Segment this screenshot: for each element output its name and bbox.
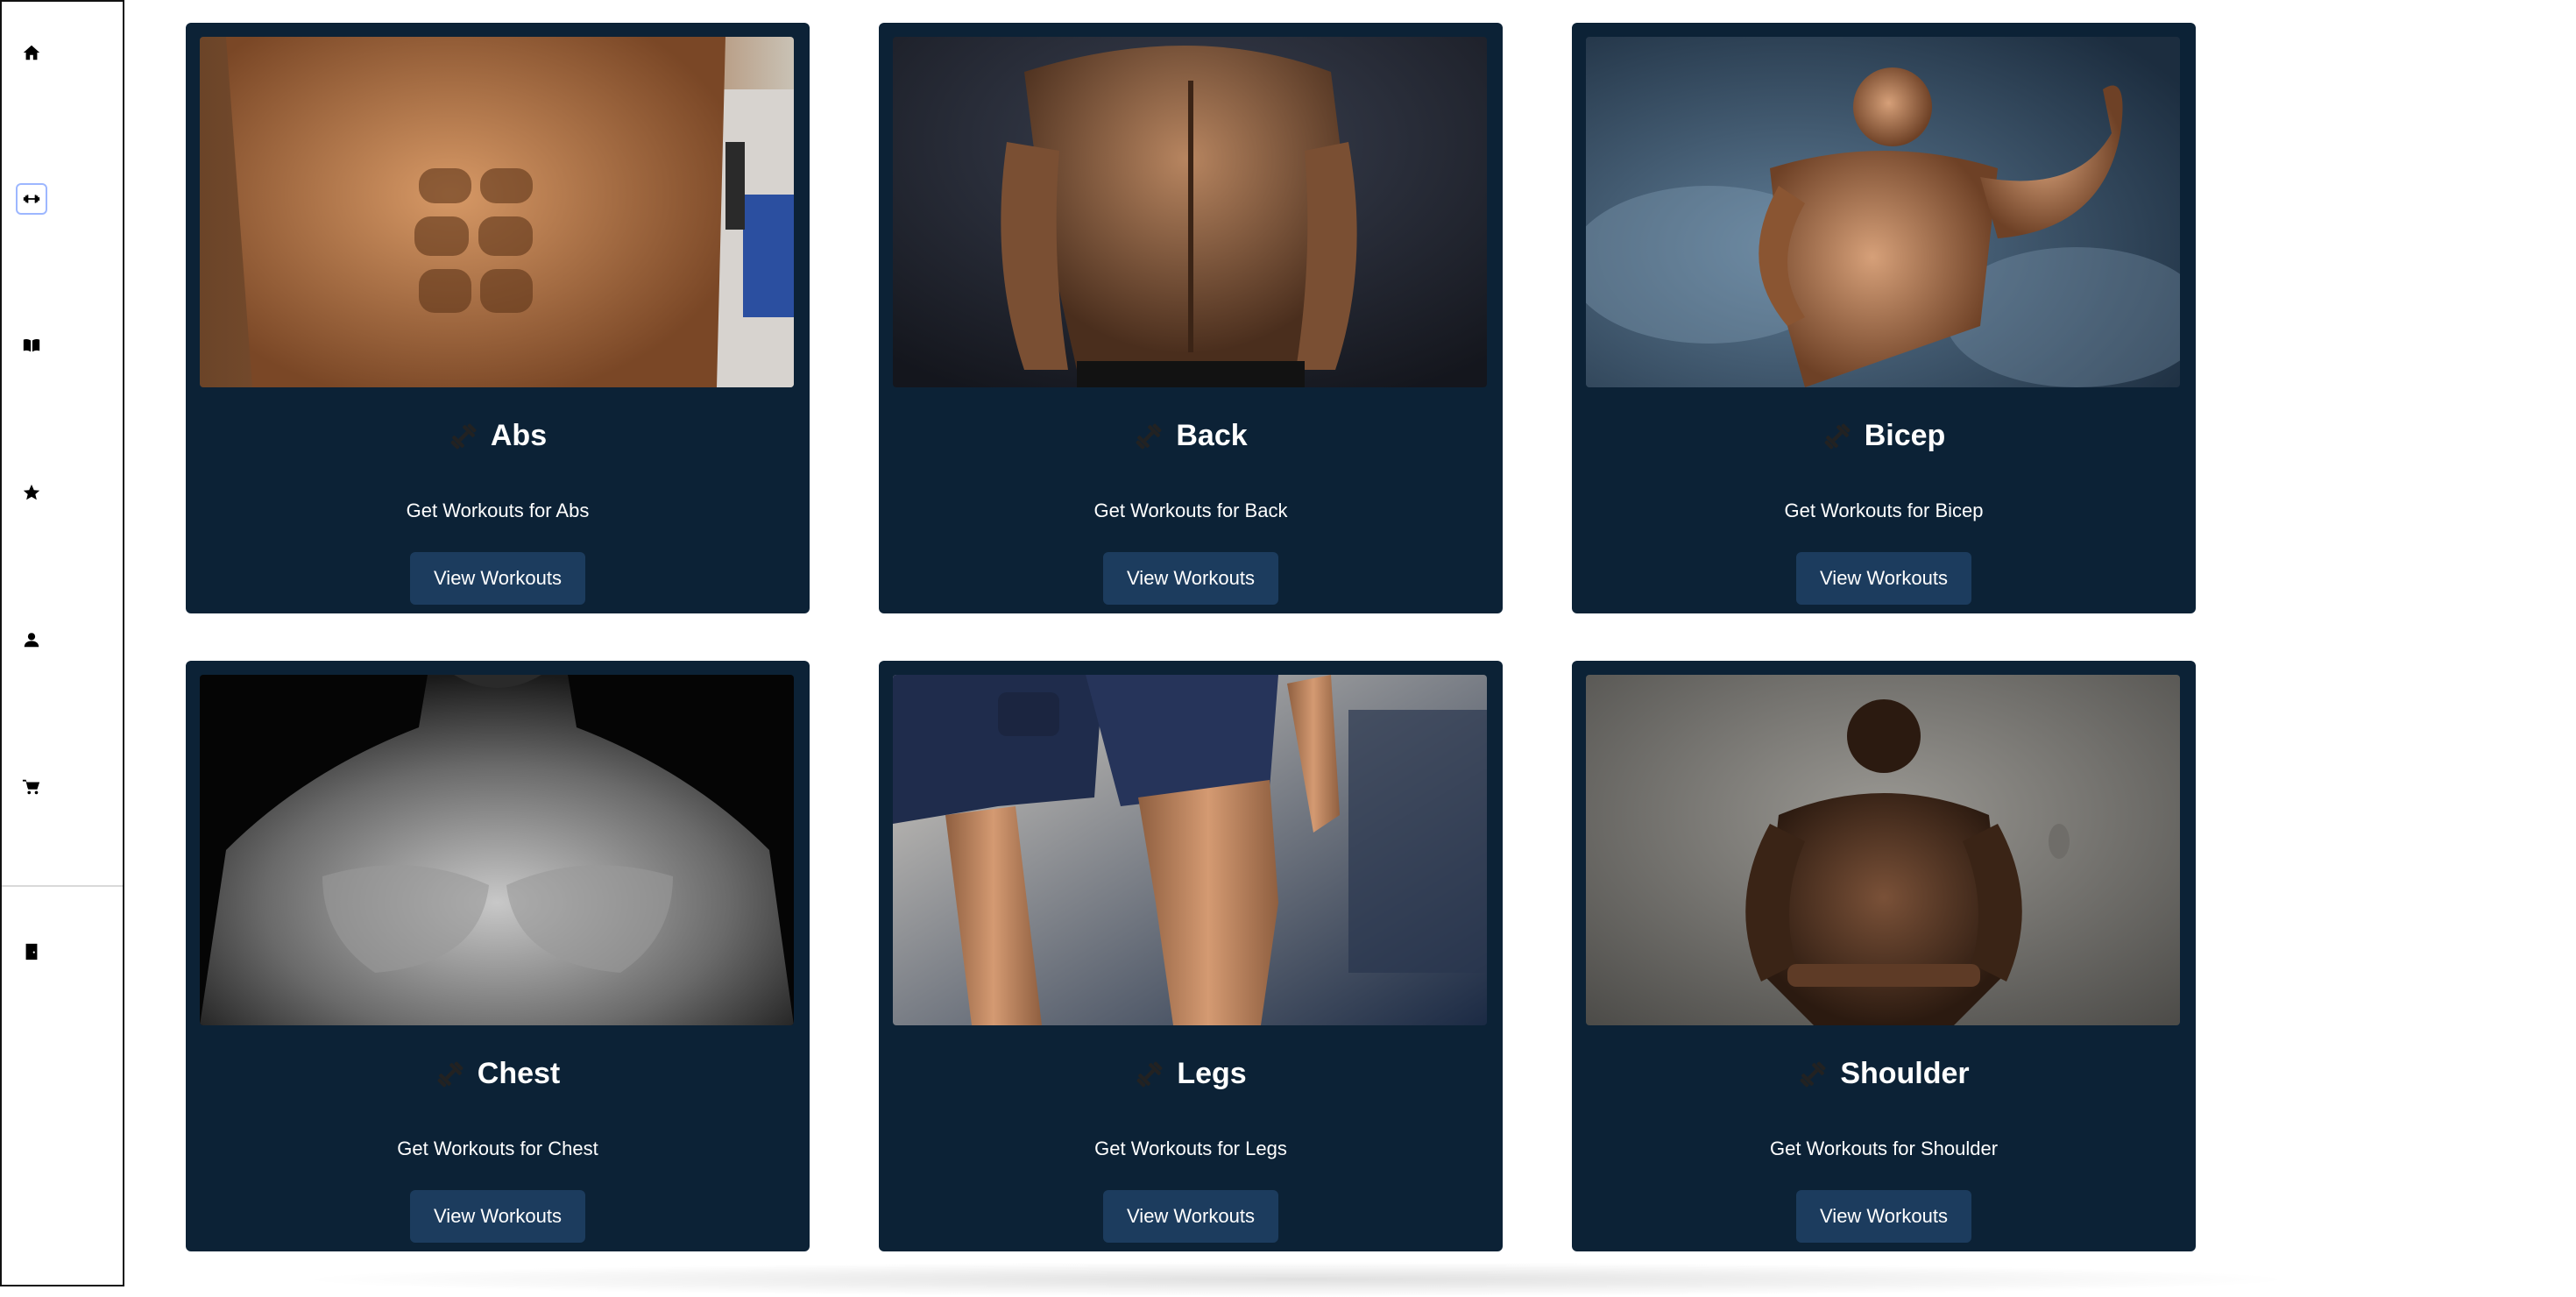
dumbbell-icon — [1800, 1061, 1826, 1087]
dumbbell-icon — [450, 423, 477, 449]
dumbbell-icon — [437, 1061, 464, 1087]
card-title-text: Bicep — [1864, 419, 1946, 452]
cart-icon[interactable] — [18, 773, 46, 801]
workout-card-bicep: Bicep Get Workouts for Bicep View Workou… — [1572, 23, 2196, 613]
card-title: Legs — [879, 1057, 1503, 1091]
abs-photo — [200, 37, 794, 387]
card-title-text: Legs — [1177, 1057, 1247, 1090]
bicep-photo — [1586, 37, 2180, 387]
dumbbell-icon — [1136, 423, 1162, 449]
dumbbell-icon[interactable] — [16, 183, 47, 215]
workout-card-abs: Abs Get Workouts for Abs View Workouts — [186, 23, 810, 613]
card-title: Abs — [186, 419, 810, 453]
view-workouts-button[interactable]: View Workouts — [410, 1190, 585, 1243]
workout-card-shoulder: Shoulder Get Workouts for Shoulder View … — [1572, 661, 2196, 1251]
card-description: Get Workouts for Chest — [397, 1138, 598, 1159]
card-description: Get Workouts for Legs — [1094, 1138, 1287, 1159]
card-description: Get Workouts for Back — [1093, 500, 1288, 521]
book-icon[interactable] — [18, 331, 46, 359]
card-title-text: Shoulder — [1840, 1057, 1970, 1090]
card-description: Get Workouts for Bicep — [1784, 500, 1984, 521]
star-icon[interactable] — [18, 478, 46, 507]
view-workouts-button[interactable]: View Workouts — [410, 552, 585, 605]
home-icon[interactable] — [18, 39, 46, 67]
workout-card-chest: Chest Get Workouts for Chest View Workou… — [186, 661, 810, 1251]
sidebar-divider — [2, 885, 123, 887]
card-title-text: Back — [1176, 419, 1248, 452]
workout-card-back: Back Get Workouts for Back View Workouts — [879, 23, 1503, 613]
card-title: Shoulder — [1572, 1057, 2196, 1091]
legs-photo — [893, 675, 1487, 1025]
card-title: Bicep — [1572, 419, 2196, 453]
shoulder-photo — [1586, 675, 2180, 1025]
view-workouts-button[interactable]: View Workouts — [1796, 552, 1971, 605]
workout-card-legs: Legs Get Workouts for Legs View Workouts — [879, 661, 1503, 1251]
view-workouts-button[interactable]: View Workouts — [1103, 552, 1278, 605]
dumbbell-icon — [1136, 1061, 1163, 1087]
footer-shadow — [289, 1262, 2304, 1297]
back-photo — [893, 37, 1487, 387]
chest-photo — [200, 675, 794, 1025]
user-icon[interactable] — [18, 626, 46, 654]
card-description: Get Workouts for Abs — [406, 500, 590, 521]
view-workouts-button[interactable]: View Workouts — [1796, 1190, 1971, 1243]
logout-door-icon[interactable] — [18, 938, 46, 966]
dumbbell-icon — [1824, 423, 1851, 449]
card-description: Get Workouts for Shoulder — [1769, 1138, 1999, 1159]
view-workouts-button[interactable]: View Workouts — [1103, 1190, 1278, 1243]
card-title: Back — [879, 419, 1503, 453]
card-title-text: Chest — [477, 1057, 561, 1090]
sidebar — [0, 0, 124, 1286]
card-title: Chest — [186, 1057, 810, 1091]
card-title-text: Abs — [490, 419, 548, 452]
